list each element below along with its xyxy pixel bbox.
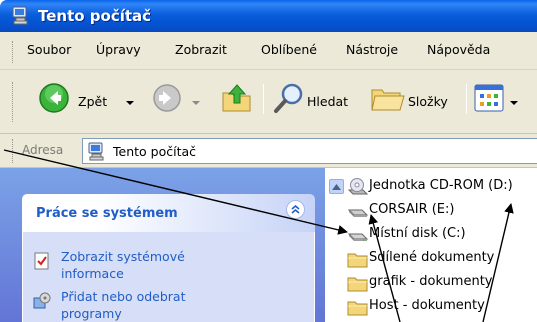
back-arrow-icon [39,83,69,113]
file-name: Host - dokumenty [369,298,485,313]
file-name: Sdílené dokumenty [369,250,495,265]
file-name: grafik - dokumenty [369,274,493,289]
forward-arrow-icon [153,84,181,112]
task-system-info-line1: Zobrazit systémové [61,249,185,264]
cd-drive-icon [347,178,369,195]
back-dropdown-arrow[interactable] [126,101,134,105]
toolbar: Zpět Hledat Složky [0,70,537,134]
forward-dropdown-arrow[interactable] [192,101,200,105]
search-label: Hledat [307,94,349,109]
toolbar-grip[interactable] [12,82,14,122]
file-name: CORSAIR (E:) [369,202,455,217]
task-add-remove-line1: Přidat nebo odebrat [61,289,186,304]
collapse-button[interactable] [286,200,305,219]
back-label: Zpět [78,94,108,109]
folders-button[interactable]: Složky [370,78,462,126]
file-list: Jednotka CD-ROM (D:) CORSAIR (E:) Místní… [325,168,537,322]
up-folder-icon [222,84,251,112]
file-item-local-disk[interactable]: Místní disk (C:) [347,224,535,246]
menu-nastroje[interactable]: Nástroje [346,42,398,57]
magnifier-icon [274,83,303,113]
my-computer-icon [88,142,104,161]
file-name: Jednotka CD-ROM (D:) [369,178,513,193]
task-add-remove-line2: programy [61,306,122,321]
task-pane: Práce se systémem Zobrazit systémové inf… [0,168,325,322]
toolbar-separator-2 [466,84,467,114]
views-dropdown-arrow[interactable] [510,101,518,105]
up-button[interactable] [220,78,258,126]
menu-zobrazit[interactable]: Zobrazit [175,42,227,57]
task-system-info-line2: informace [61,266,124,281]
task-add-remove-programs[interactable]: Přidat nebo odebrat programy [61,288,185,322]
chevron-up-icon [332,184,341,190]
back-button[interactable]: Zpět [38,78,148,126]
menu-soubor[interactable]: Soubor [27,42,71,57]
search-button[interactable]: Hledat [273,78,365,126]
system-tasks-header[interactable]: Práce se systémem [22,194,315,232]
file-item-host-docs[interactable]: Host - dokumenty [347,296,535,318]
window-title: Tento počítač [38,7,152,25]
file-name: Místní disk (C:) [369,226,466,241]
folders-icon [371,89,405,111]
my-computer-icon [12,6,28,25]
menu-upravy[interactable]: Úpravy [96,42,141,57]
system-tasks-body: Zobrazit systémové informace Přidat nebo… [22,232,315,322]
forward-button[interactable] [152,78,207,126]
file-item-corsair[interactable]: CORSAIR (E:) [347,200,535,222]
address-value: Tento počítač [113,144,197,159]
folders-label: Složky [408,94,448,109]
system-info-icon [34,252,49,270]
address-grip[interactable] [12,139,14,163]
views-icon [474,84,504,112]
hard-disk-icon [347,233,369,241]
folder-icon [347,277,368,292]
file-item-shared-docs[interactable]: Sdílené dokumenty [347,248,535,270]
toolbar-separator [263,84,264,114]
menu-grip[interactable] [12,41,14,63]
file-item-cd-drive[interactable]: Jednotka CD-ROM (D:) [347,176,535,198]
address-field[interactable]: Tento počítač [82,138,537,164]
menu-oblibene[interactable]: Oblíbené [261,42,317,57]
removable-drive-icon [347,209,369,217]
views-button[interactable] [474,78,534,126]
folder-icon [347,301,368,316]
add-remove-programs-icon [33,292,51,309]
folder-icon [347,253,368,268]
title-bar[interactable]: Tento počítač [0,0,537,32]
address-label: Adresa [22,143,64,157]
scroll-up-button[interactable] [329,179,344,194]
address-bar: Adresa Tento počítač [0,134,537,168]
task-system-info[interactable]: Zobrazit systémové informace [61,248,185,282]
system-tasks-title: Práce se systémem [36,206,178,221]
file-item-grafik-docs[interactable]: grafik - dokumenty [347,272,535,294]
chevron-up-double-icon [291,204,300,214]
menu-bar: Soubor Úpravy Zobrazit Oblíbené Nástroje… [0,32,537,70]
menu-napoveda[interactable]: Nápověda [427,42,490,57]
